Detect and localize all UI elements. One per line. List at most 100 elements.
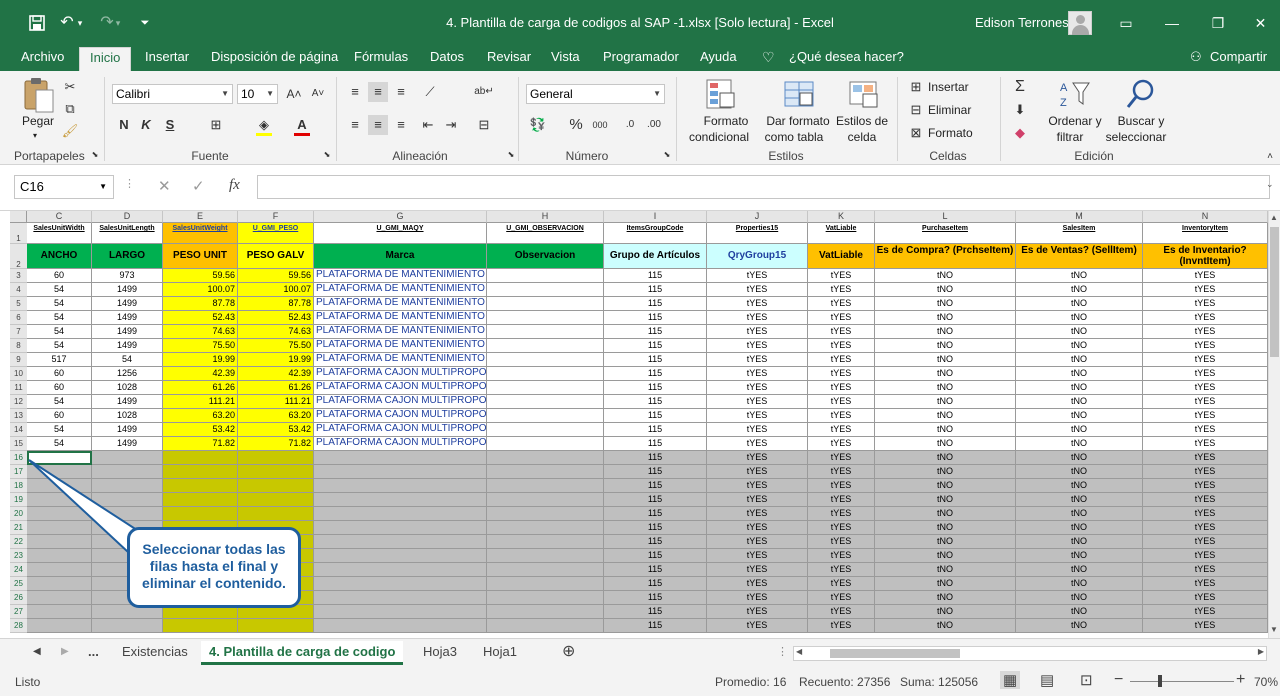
header-api-field[interactable]: SalesUnitLength <box>92 223 163 244</box>
cell-vatliable[interactable]: tYES <box>808 311 875 325</box>
cell-ventas[interactable]: tNO <box>1016 549 1143 563</box>
cell-ventas[interactable]: tNO <box>1016 353 1143 367</box>
paste-dropdown-icon[interactable]: ▾ <box>33 129 37 143</box>
cell-qrygroup[interactable]: tYES <box>707 283 808 297</box>
cell-peso-galv[interactable]: 61.26 <box>238 381 314 395</box>
row-header[interactable]: 2 <box>10 244 27 269</box>
cell-compra[interactable]: tNO <box>875 437 1016 451</box>
cell-inventario[interactable]: tYES <box>1143 437 1268 451</box>
header-api-field[interactable]: U_GMI_PESO <box>238 223 314 244</box>
empty-cell[interactable] <box>27 507 92 521</box>
format-as-table-icon[interactable] <box>782 77 816 111</box>
cell-inventario[interactable]: tYES <box>1143 507 1268 521</box>
cell-grupo[interactable]: 115 <box>604 563 707 577</box>
row-header[interactable]: 20 <box>10 507 27 521</box>
sheet-tab-hoja1[interactable]: Hoja1 <box>483 641 517 665</box>
empty-cell[interactable] <box>487 591 604 605</box>
cell-ventas[interactable]: tNO <box>1016 409 1143 423</box>
conditional-format-icon[interactable] <box>704 77 738 111</box>
header-label[interactable]: VatLiable <box>808 244 875 269</box>
lightbulb-icon[interactable]: ♡ <box>762 47 775 71</box>
close-icon[interactable]: ✕ <box>1241 10 1280 36</box>
empty-cell[interactable] <box>163 507 238 521</box>
vertical-scrollbar[interactable]: ▲ ▼ <box>1268 211 1280 638</box>
tab-revisar[interactable]: Revisar <box>487 47 531 71</box>
cell-marca[interactable]: PLATAFORMA DE MANTENIMIENTO <box>314 269 487 283</box>
header-api-field[interactable]: InventoryItem <box>1143 223 1268 244</box>
header-api-field[interactable]: U_GMI_OBSERVACION <box>487 223 604 244</box>
cell-compra[interactable]: tNO <box>875 535 1016 549</box>
tab-ayuda[interactable]: Ayuda <box>700 47 737 71</box>
cell-peso-unit[interactable]: 53.42 <box>163 423 238 437</box>
cell-observacion[interactable] <box>487 395 604 409</box>
empty-cell[interactable] <box>314 479 487 493</box>
cancel-icon[interactable]: ✕ <box>158 177 171 195</box>
cell-ancho[interactable]: 54 <box>27 437 92 451</box>
merge-center-icon[interactable]: ⊟ <box>474 115 494 135</box>
cell-vatliable[interactable]: tYES <box>808 409 875 423</box>
align-middle-icon[interactable]: ≡ <box>368 82 388 102</box>
cell-qrygroup[interactable]: tYES <box>707 549 808 563</box>
row-header[interactable]: 10 <box>10 367 27 381</box>
column-header[interactable]: C <box>27 211 92 223</box>
save-icon[interactable] <box>24 10 50 40</box>
cell-peso-unit[interactable]: 71.82 <box>163 437 238 451</box>
cell-inventario[interactable]: tYES <box>1143 423 1268 437</box>
cell-peso-galv[interactable]: 74.63 <box>238 325 314 339</box>
cell-inventario[interactable]: tYES <box>1143 493 1268 507</box>
column-header[interactable]: G <box>314 211 487 223</box>
cell-qrygroup[interactable]: tYES <box>707 493 808 507</box>
empty-cell[interactable] <box>92 493 163 507</box>
row-header[interactable]: 9 <box>10 353 27 367</box>
header-label[interactable]: Es de Compra? (PrchseItem) <box>875 244 1016 269</box>
cell-compra[interactable]: tNO <box>875 619 1016 633</box>
cell-largo[interactable]: 1499 <box>92 437 163 451</box>
share-button[interactable]: Compartir <box>1210 47 1267 71</box>
delete-cells-icon[interactable]: ⊟ <box>906 100 926 120</box>
undo-dropdown-icon[interactable]: ▾ <box>74 10 86 36</box>
function-icon[interactable]: fx <box>229 177 240 194</box>
restore-icon[interactable]: ❐ <box>1195 10 1241 36</box>
cell-vatliable[interactable]: tYES <box>808 297 875 311</box>
cell-ancho[interactable]: 54 <box>27 423 92 437</box>
cell-compra[interactable]: tNO <box>875 521 1016 535</box>
cell-grupo[interactable]: 115 <box>604 535 707 549</box>
cell-inventario[interactable]: tYES <box>1143 381 1268 395</box>
empty-cell[interactable] <box>487 493 604 507</box>
cell-marca[interactable]: PLATAFORMA DE MANTENIMIENTO <box>314 325 487 339</box>
cell-inventario[interactable]: tYES <box>1143 395 1268 409</box>
vertical-scroll-thumb[interactable] <box>1270 227 1279 357</box>
font-launcher-icon[interactable]: ⬊ <box>322 150 332 160</box>
column-header[interactable]: I <box>604 211 707 223</box>
cell-peso-galv[interactable]: 63.20 <box>238 409 314 423</box>
horizontal-scrollbar[interactable]: ◀ ▶ <box>793 646 1267 661</box>
cell-ventas[interactable]: tNO <box>1016 591 1143 605</box>
cell-compra[interactable]: tNO <box>875 563 1016 577</box>
cell-peso-galv[interactable]: 87.78 <box>238 297 314 311</box>
empty-cell[interactable] <box>314 507 487 521</box>
shrink-font-icon[interactable]: A˅ <box>308 84 328 104</box>
row-header[interactable]: 12 <box>10 395 27 409</box>
cell-compra[interactable]: tNO <box>875 605 1016 619</box>
cell-grupo[interactable]: 115 <box>604 423 707 437</box>
cell-peso-galv[interactable]: 52.43 <box>238 311 314 325</box>
underline-button[interactable]: S <box>160 115 180 135</box>
cell-grupo[interactable]: 115 <box>604 437 707 451</box>
cell-inventario[interactable]: tYES <box>1143 479 1268 493</box>
cell-ventas[interactable]: tNO <box>1016 493 1143 507</box>
row-header[interactable]: 1 <box>10 223 27 244</box>
cell-inventario[interactable]: tYES <box>1143 297 1268 311</box>
cell-grupo[interactable]: 115 <box>604 493 707 507</box>
row-header[interactable]: 19 <box>10 493 27 507</box>
cell-grupo[interactable]: 115 <box>604 311 707 325</box>
copy-icon[interactable]: ⧉ <box>60 99 80 119</box>
cell-observacion[interactable] <box>487 339 604 353</box>
cell-largo[interactable]: 1028 <box>92 381 163 395</box>
empty-cell[interactable] <box>314 619 487 633</box>
orientation-icon[interactable]: ⟋ <box>420 82 440 102</box>
cell-ventas[interactable]: tNO <box>1016 577 1143 591</box>
tab-split-handle[interactable]: ⋮ <box>777 641 788 665</box>
cell-qrygroup[interactable]: tYES <box>707 409 808 423</box>
sheet-tab-plantilla[interactable]: 4. Plantilla de carga de codigo <box>201 641 404 665</box>
empty-cell[interactable] <box>314 549 487 563</box>
